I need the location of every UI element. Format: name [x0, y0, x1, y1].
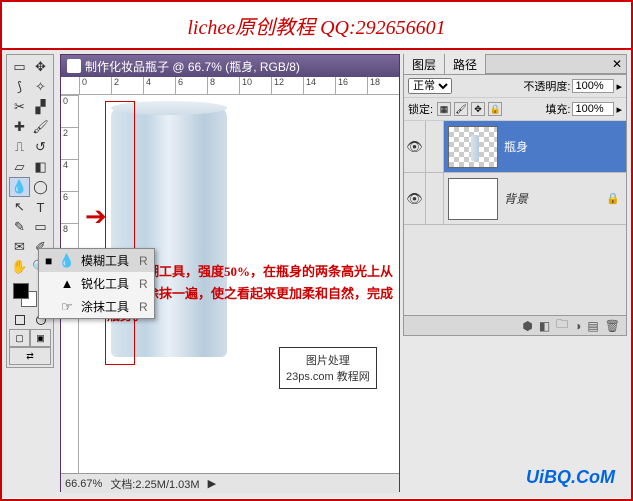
- chevron-icon[interactable]: ▸: [616, 103, 622, 116]
- wand-tool[interactable]: ✧: [30, 77, 51, 97]
- notes-tool[interactable]: ✉: [9, 237, 30, 257]
- watermark-stamp: 图片处理 23ps.com 教程网: [279, 347, 377, 389]
- gradient-tool[interactable]: ◧: [30, 157, 51, 177]
- doc-info: 文档:2.25M/1.03M: [110, 476, 199, 492]
- type-tool[interactable]: T: [30, 197, 51, 217]
- link-cell[interactable]: [426, 121, 444, 172]
- panel-tabs: 图层 路径 ✕: [403, 54, 627, 74]
- layer-fx-icon[interactable]: ⬢: [522, 319, 532, 333]
- path-select-tool[interactable]: ↖: [9, 197, 30, 217]
- tutorial-header: lichee原创教程 QQ:292656601: [2, 2, 631, 50]
- lock-all-icon[interactable]: 🔒: [488, 102, 502, 116]
- pen-tool[interactable]: ✎: [9, 217, 30, 237]
- tab-layers[interactable]: 图层: [404, 54, 445, 75]
- layer-list: 👁 瓶身 👁 背景 🔒: [404, 121, 626, 225]
- dodge-tool[interactable]: ◯: [30, 177, 51, 197]
- site-watermark: UiBQ.CoM: [526, 467, 615, 488]
- blur-icon: 💧: [59, 253, 75, 269]
- chevron-icon[interactable]: ▸: [616, 80, 622, 93]
- fill-value[interactable]: 100%: [572, 102, 614, 116]
- document-titlebar[interactable]: 制作化妆品瓶子 @ 66.7% (瓶身, RGB/8): [61, 55, 399, 77]
- bullet-icon: ■: [45, 254, 53, 268]
- layers-panel-footer: ⬢ ◧ 🗀 ◑ ▤ 🗑: [404, 315, 626, 335]
- layer-row[interactable]: 👁 瓶身: [404, 121, 626, 173]
- layer-name[interactable]: 瓶身: [502, 138, 626, 155]
- tab-paths[interactable]: 路径: [445, 54, 486, 75]
- flyout-item-blur[interactable]: ■ 💧 模糊工具 R: [39, 249, 154, 272]
- link-cell[interactable]: [426, 173, 444, 224]
- slice-tool[interactable]: ▞: [30, 97, 51, 117]
- lock-transparency-icon[interactable]: ▦: [437, 102, 451, 116]
- layer-thumbnail[interactable]: [448, 178, 498, 220]
- toolbox: ▭✥ ⟆✧ ✂▞ ✚🖌 ⎍↺ ▱◧ 💧◯ ↖T ✎▭ ✉✐ ✋🔍 ▢▣ ⇄: [6, 54, 54, 368]
- workspace: ▭✥ ⟆✧ ✂▞ ✚🖌 ⎍↺ ▱◧ 💧◯ ↖T ✎▭ ✉✐ ✋🔍 ▢▣ ⇄ ■ …: [2, 50, 631, 498]
- flyout-key: R: [139, 300, 148, 314]
- opacity-label: 不透明度:: [523, 78, 570, 94]
- lock-pixels-icon[interactable]: 🖌: [454, 102, 468, 116]
- lasso-tool[interactable]: ⟆: [9, 77, 30, 97]
- layers-panel: 正常 不透明度: 100% ▸ 锁定: ▦ 🖌 ✥ 🔒 填充: 100%: [403, 74, 627, 336]
- blur-tool-flyout: ■ 💧 模糊工具 R ▲ 锐化工具 R ☞ 涂抹工具 R: [38, 248, 155, 319]
- delete-layer-icon[interactable]: 🗑: [605, 319, 620, 333]
- flyout-key: R: [139, 254, 148, 268]
- sharpen-icon: ▲: [59, 276, 75, 292]
- smudge-icon: ☞: [59, 299, 75, 315]
- visibility-icon[interactable]: 👁: [404, 121, 426, 172]
- document-icon: [67, 59, 81, 73]
- ruler-horizontal: 024681012141618: [61, 77, 399, 95]
- flyout-item-smudge[interactable]: ☞ 涂抹工具 R: [39, 295, 154, 318]
- brush-tool[interactable]: 🖌: [30, 117, 51, 137]
- layer-name[interactable]: 背景: [502, 190, 606, 207]
- status-chevron-icon[interactable]: ▶: [208, 477, 216, 490]
- layer-mask-icon[interactable]: ◧: [539, 319, 550, 333]
- flyout-label: 模糊工具: [81, 252, 129, 269]
- screen-mode-2[interactable]: ▣: [30, 329, 51, 347]
- layer-thumbnail[interactable]: [448, 126, 498, 168]
- layer-row[interactable]: 👁 背景 🔒: [404, 173, 626, 225]
- foreground-color[interactable]: [13, 283, 29, 299]
- hand-tool[interactable]: ✋: [9, 257, 30, 277]
- crop-tool[interactable]: ✂: [9, 97, 30, 117]
- new-fill-icon[interactable]: ◑: [574, 319, 581, 333]
- standard-mode[interactable]: [9, 311, 30, 329]
- shape-tool[interactable]: ▭: [30, 217, 51, 237]
- heal-tool[interactable]: ✚: [9, 117, 30, 137]
- new-layer-icon[interactable]: ▤: [587, 319, 598, 333]
- history-brush-tool[interactable]: ↺: [30, 137, 51, 157]
- document-statusbar: 66.67% 文档:2.25M/1.03M ▶: [61, 473, 399, 493]
- document-title: 制作化妆品瓶子 @ 66.7% (瓶身, RGB/8): [85, 58, 300, 75]
- eraser-tool[interactable]: ▱: [9, 157, 30, 177]
- lock-icon: 🔒: [606, 192, 620, 205]
- move-tool[interactable]: ✥: [30, 57, 51, 77]
- flyout-label: 涂抹工具: [81, 298, 129, 315]
- opacity-value[interactable]: 100%: [572, 79, 614, 93]
- lock-icons: ▦ 🖌 ✥ 🔒: [437, 102, 502, 116]
- blend-mode-select[interactable]: 正常: [408, 78, 452, 94]
- header-title: lichee原创教程 QQ:292656601: [187, 11, 445, 40]
- zoom-level[interactable]: 66.67%: [65, 478, 102, 490]
- flyout-item-sharpen[interactable]: ▲ 锐化工具 R: [39, 272, 154, 295]
- lock-label: 锁定:: [408, 101, 433, 117]
- blur-tool[interactable]: 💧: [9, 177, 30, 197]
- lock-position-icon[interactable]: ✥: [471, 102, 485, 116]
- fill-label: 填充:: [545, 101, 570, 117]
- jump-to-iready-icon[interactable]: ⇄: [9, 347, 51, 365]
- screen-mode-1[interactable]: ▢: [9, 329, 30, 347]
- flyout-label: 锐化工具: [81, 275, 129, 292]
- flyout-key: R: [139, 277, 148, 291]
- visibility-icon[interactable]: 👁: [404, 173, 426, 224]
- new-group-icon[interactable]: 🗀: [556, 315, 568, 336]
- marquee-tool[interactable]: ▭: [9, 57, 30, 77]
- arrow-icon: ➔: [85, 201, 107, 232]
- stamp-tool[interactable]: ⎍: [9, 137, 30, 157]
- panel-close-icon[interactable]: ✕: [608, 57, 626, 71]
